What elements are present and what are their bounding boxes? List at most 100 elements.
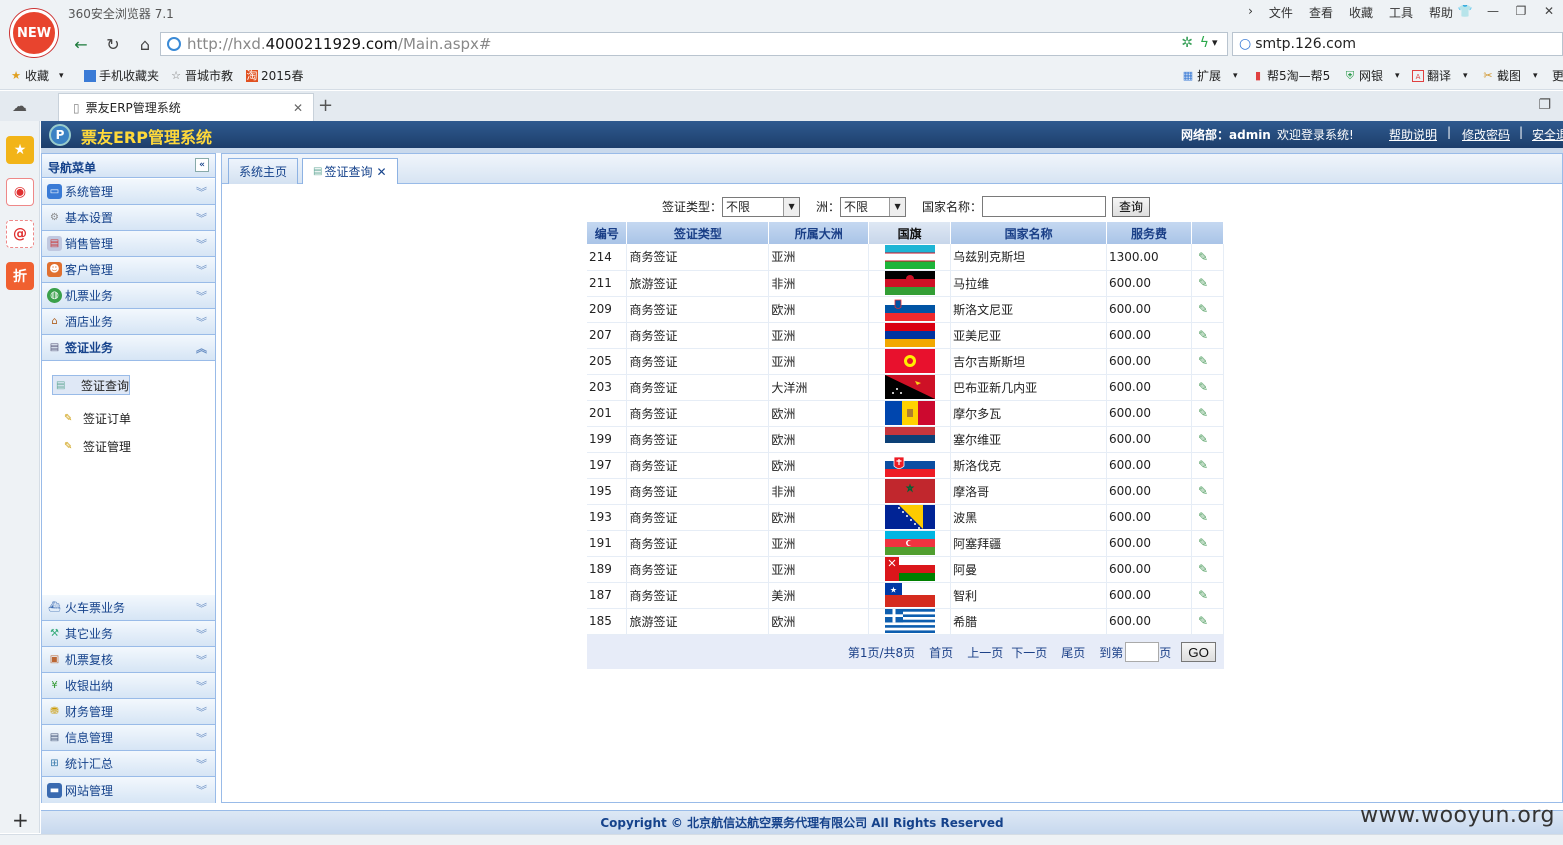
- bookmark-jincheng[interactable]: ☆ 晋城市教: [170, 67, 233, 84]
- home-icon[interactable]: ⌂: [134, 33, 156, 55]
- close-button[interactable]: ✕: [1535, 0, 1563, 22]
- nav-item-stats[interactable]: ⊞ 统计汇总 ︾: [42, 751, 215, 777]
- submenu-visa-query[interactable]: ▤ 签证查询: [52, 375, 130, 395]
- chevron-down-icon[interactable]: ▾: [1212, 36, 1218, 49]
- menu-tools[interactable]: 工具: [1389, 4, 1413, 21]
- nav-item-hotels[interactable]: ⌂ 酒店业务 ︾: [42, 309, 215, 335]
- toolbar-bang5[interactable]: ▮ 帮5淘—帮5: [1252, 67, 1330, 84]
- collapse-icon[interactable]: «: [195, 158, 209, 172]
- nav-item-customers[interactable]: ☻ 客户管理 ︾: [42, 257, 215, 283]
- view-detail-icon[interactable]: ✎: [1198, 458, 1211, 472]
- view-detail-icon[interactable]: ✎: [1198, 328, 1211, 342]
- next-page-link[interactable]: 下一页: [1011, 644, 1047, 661]
- maximize-button[interactable]: ❐: [1507, 0, 1535, 22]
- discount-icon[interactable]: 折: [6, 262, 34, 290]
- view-detail-icon[interactable]: ✎: [1198, 276, 1211, 290]
- toolbar-ebank[interactable]: ⛨ 网银 ▾: [1344, 67, 1400, 84]
- view-detail-icon[interactable]: ✎: [1198, 536, 1211, 550]
- tab-home[interactable]: 系统主页: [228, 158, 299, 184]
- cloud-icon[interactable]: ☁: [12, 97, 27, 115]
- cell-action: ✎: [1191, 348, 1225, 375]
- nav-item-review[interactable]: ▣ 机票复核 ︾: [42, 647, 215, 673]
- speed-icon[interactable]: ✲: [1181, 35, 1193, 51]
- toolbar-extensions[interactable]: ▦ 扩展 ▾: [1182, 67, 1238, 84]
- chevron-down-icon[interactable]: ▾: [59, 71, 64, 81]
- nav-item-finance[interactable]: ⛃ 财务管理 ︾: [42, 699, 215, 725]
- menu-expand-icon[interactable]: ›: [1248, 4, 1253, 21]
- tab-visa-query[interactable]: ▤ 签证查询 ✕: [302, 158, 398, 184]
- gear-icon: ⚙: [50, 212, 59, 223]
- nav-item-sales[interactable]: ▤ 销售管理 ︾: [42, 231, 215, 257]
- col-id: 编号: [587, 222, 628, 244]
- menu-file[interactable]: 文件: [1269, 4, 1293, 21]
- go-button[interactable]: GO: [1181, 642, 1216, 662]
- cell-id: 185: [587, 608, 628, 635]
- flag-moldova-icon: [884, 401, 935, 425]
- nav-item-cashier[interactable]: ¥ 收银出纳 ︾: [42, 673, 215, 699]
- bookmark-mobile[interactable]: 手机收藏夹: [84, 67, 159, 84]
- nav-item-website[interactable]: ▬ 网站管理 ︾: [42, 777, 215, 803]
- skin-icon[interactable]: 👕: [1451, 0, 1479, 22]
- url-input[interactable]: http://hxd.4000211929.com/Main.aspx# ✲ ϟ: [160, 32, 1228, 56]
- view-detail-icon[interactable]: ✎: [1198, 562, 1211, 576]
- view-detail-icon[interactable]: ✎: [1198, 406, 1211, 420]
- cell-fee: 600.00: [1106, 296, 1192, 323]
- menu-view[interactable]: 查看: [1309, 4, 1333, 21]
- nav-item-visa[interactable]: ▤ 签证业务 ︽: [42, 335, 215, 361]
- view-detail-icon[interactable]: ✎: [1198, 354, 1211, 368]
- nav-item-settings[interactable]: ⚙ 基本设置 ︾: [42, 205, 215, 231]
- menu-favorites[interactable]: 收藏: [1349, 4, 1373, 21]
- view-detail-icon[interactable]: ✎: [1198, 484, 1211, 498]
- lightning-icon[interactable]: ϟ: [1200, 35, 1209, 51]
- mail-icon[interactable]: @: [6, 220, 34, 248]
- view-detail-icon[interactable]: ✎: [1198, 380, 1211, 394]
- back-icon[interactable]: ←: [70, 33, 92, 55]
- add-icon[interactable]: +: [12, 808, 29, 832]
- help-link[interactable]: 帮助说明: [1389, 126, 1437, 143]
- view-detail-icon[interactable]: ✎: [1198, 510, 1211, 524]
- view-detail-icon[interactable]: ✎: [1198, 588, 1211, 602]
- search-input[interactable]: ○ smtp.126.com: [1232, 32, 1563, 56]
- tab-list-icon[interactable]: ❐: [1538, 97, 1551, 113]
- cell-continent: 美洲: [768, 582, 870, 609]
- menu-help[interactable]: 帮助: [1429, 4, 1453, 21]
- view-detail-icon[interactable]: ✎: [1198, 250, 1211, 264]
- new-tab-button[interactable]: +: [318, 95, 333, 116]
- bookmark-2015[interactable]: 淘 2015春: [246, 67, 304, 84]
- toolbar-screenshot[interactable]: ✂ 截图 ▾: [1482, 67, 1537, 84]
- col-country: 国家名称: [950, 222, 1108, 244]
- prev-page-link[interactable]: 上一页: [967, 644, 1003, 661]
- continent-select[interactable]: 不限 ▼: [840, 196, 907, 217]
- view-detail-icon[interactable]: ✎: [1198, 432, 1211, 446]
- logout-link[interactable]: 安全退: [1532, 126, 1563, 143]
- submenu-visa-orders[interactable]: ✎ 签证订单: [52, 405, 206, 431]
- cell-flag: [868, 348, 952, 375]
- favorites-star-icon[interactable]: ★: [6, 136, 34, 164]
- bookmark-favorites[interactable]: ★ 收藏 ▾: [10, 67, 64, 84]
- nav-item-flights[interactable]: ◍ 机票业务 ︾: [42, 283, 215, 309]
- view-detail-icon[interactable]: ✎: [1198, 614, 1211, 628]
- close-icon[interactable]: ✕: [376, 165, 386, 179]
- browser-tab-erp[interactable]: ▯ 票友ERP管理系统 ✕: [58, 93, 314, 121]
- weibo-icon[interactable]: ◉: [6, 178, 34, 206]
- cell-action: ✎: [1191, 504, 1225, 531]
- nav-item-system[interactable]: ▭ 系统管理 ︾: [42, 179, 215, 205]
- query-button[interactable]: 查询: [1112, 196, 1151, 217]
- nav-item-other[interactable]: ⚒ 其它业务 ︾: [42, 621, 215, 647]
- last-page-link[interactable]: 尾页: [1061, 644, 1085, 661]
- nav-item-train[interactable]: ⛴ 火车票业务 ︾: [42, 595, 215, 621]
- toolbar-more[interactable]: 更: [1552, 67, 1563, 84]
- submenu-visa-manage[interactable]: ✎ 签证管理: [52, 433, 206, 459]
- change-password-link[interactable]: 修改密码: [1462, 126, 1510, 143]
- minimize-button[interactable]: —: [1479, 0, 1507, 22]
- browser-logo[interactable]: NEW: [10, 9, 58, 57]
- toolbar-translate[interactable]: A 翻译 ▾: [1412, 67, 1468, 84]
- view-detail-icon[interactable]: ✎: [1198, 302, 1211, 316]
- page-number-input[interactable]: [1125, 642, 1160, 662]
- nav-item-info[interactable]: ▤ 信息管理 ︾: [42, 725, 215, 751]
- close-icon[interactable]: ✕: [293, 101, 303, 115]
- visa-type-select[interactable]: 不限 ▼: [722, 196, 801, 217]
- country-name-input[interactable]: [982, 196, 1107, 217]
- refresh-icon[interactable]: ↻: [102, 33, 124, 55]
- first-page-link[interactable]: 首页: [929, 644, 953, 661]
